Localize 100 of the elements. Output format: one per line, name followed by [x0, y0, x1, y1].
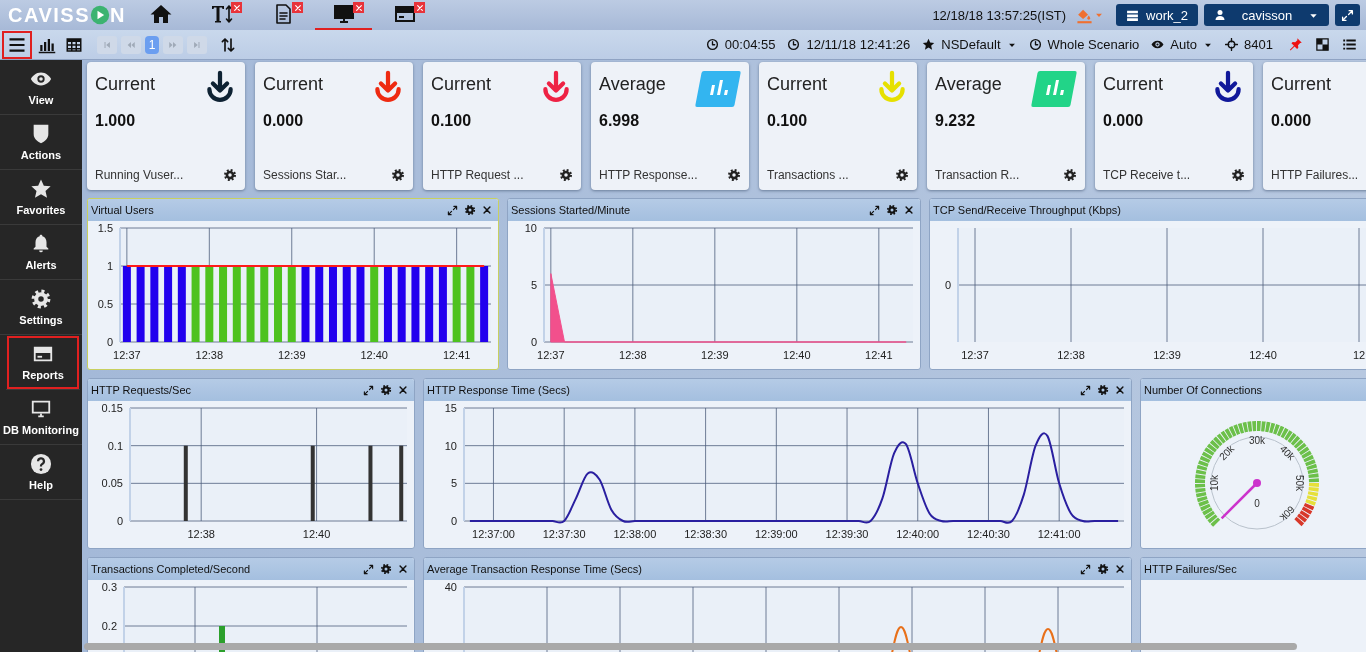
stat-value: 6.998	[599, 112, 640, 130]
toolbar-item[interactable]: 8401	[1225, 37, 1273, 52]
close-button[interactable]	[904, 205, 914, 215]
maximize-button[interactable]	[869, 204, 880, 216]
stat-value: 1.000	[95, 112, 136, 130]
gauge-label: 40k	[1277, 443, 1297, 463]
settings-icon	[727, 168, 741, 182]
maximize-button[interactable]	[363, 563, 374, 575]
settings-button[interactable]	[1097, 563, 1109, 575]
tab-close-button[interactable]	[414, 2, 425, 13]
close-icon	[293, 3, 302, 12]
y-axis-label: 0.3	[101, 581, 117, 593]
settings-button[interactable]	[895, 168, 909, 182]
tab-close-button[interactable]	[231, 2, 242, 13]
settings-button[interactable]	[380, 384, 392, 396]
close-button[interactable]	[1115, 564, 1125, 574]
panel-title: HTTP Failures/Sec	[1144, 563, 1237, 575]
x-axis-label: 12:39	[1153, 349, 1181, 361]
settings-button[interactable]	[1097, 384, 1109, 396]
y-axis-label: 10	[524, 222, 537, 234]
expand-icon	[363, 384, 374, 396]
x-axis-label: 12:38:00	[613, 528, 657, 540]
settings-button[interactable]	[559, 168, 573, 182]
toolbar-item[interactable]: Auto	[1151, 37, 1214, 52]
logo-text: N	[110, 3, 126, 27]
maximize-button[interactable]	[1080, 384, 1091, 396]
panel-title: HTTP Response Time (Secs)	[427, 384, 570, 396]
x-axis-label: 12:41	[865, 349, 893, 361]
x-axis-label: 12:39:00	[754, 528, 798, 540]
toolbar-item[interactable]: 12/11/18 12:41:26	[787, 37, 911, 52]
x-axis-label: 12:37:30	[542, 528, 586, 540]
x-axis-label: 12:40:30	[967, 528, 1010, 540]
x-axis-label: 12:41	[442, 349, 471, 361]
x-axis-label: 12:38	[195, 349, 224, 361]
previous-page-icon	[126, 39, 136, 50]
settings-button[interactable]	[464, 204, 476, 216]
clock-icon	[787, 38, 801, 51]
toolbar-item[interactable]: 00:04:55	[705, 37, 776, 52]
x-axis-label: 12:37	[961, 349, 989, 361]
y-axis-label: 0	[106, 336, 113, 348]
help-icon	[30, 453, 52, 475]
workspace-button[interactable]: work_2	[1116, 4, 1198, 26]
settings-button[interactable]	[886, 204, 898, 216]
close-button[interactable]	[398, 385, 408, 395]
settings-icon	[380, 384, 392, 396]
x-axis-label: 12	[1352, 349, 1366, 361]
settings-icon	[886, 204, 898, 216]
gauge-reading: 0	[1254, 498, 1260, 509]
panel-title: TCP Send/Receive Throughput (Kbps)	[933, 204, 1121, 216]
y-axis-label: 0.05	[101, 477, 123, 490]
toolbar-item[interactable]: Whole Scenario	[1028, 37, 1140, 52]
y-axis-label: 1.5	[97, 222, 113, 234]
settings-button[interactable]	[223, 168, 237, 182]
tab-close-button[interactable]	[292, 2, 303, 13]
maximize-button[interactable]	[1080, 563, 1091, 575]
stat-label: Average	[935, 74, 1002, 95]
close-icon	[398, 385, 408, 395]
fullscreen-button[interactable]	[1335, 4, 1360, 26]
x-axis-label: 12:38	[187, 528, 215, 540]
logo-icon	[90, 5, 110, 25]
close-button[interactable]	[482, 205, 492, 215]
tab-close-button[interactable]	[353, 2, 364, 13]
close-icon	[354, 3, 363, 12]
close-button[interactable]	[1115, 385, 1125, 395]
settings-button[interactable]	[1231, 168, 1245, 182]
metric-name: Transactions ...	[767, 168, 849, 182]
star-icon	[922, 38, 936, 51]
toolbar-item[interactable]: NSDefault	[922, 37, 1017, 52]
y-axis-label: 5	[450, 477, 457, 490]
metric-name: HTTP Failures...	[1271, 168, 1359, 182]
stat-label: Average	[599, 74, 666, 95]
sidebar-item[interactable]: Reports	[6, 335, 80, 390]
settings-button[interactable]	[727, 168, 741, 182]
stat-value: 9.232	[935, 112, 976, 130]
x-axis-label: 12:40:00	[896, 528, 940, 540]
settings-button[interactable]	[391, 168, 405, 182]
settings-icon	[1097, 384, 1109, 396]
horizontal-scrollbar[interactable]	[84, 643, 1297, 650]
gauge-label: 60k	[1277, 503, 1297, 523]
close-icon	[415, 3, 424, 12]
settings-icon	[1231, 168, 1245, 182]
close-button[interactable]	[398, 564, 408, 574]
panel-title: Average Transaction Response Time (Secs)	[427, 563, 642, 575]
y-axis-label: 0	[530, 336, 537, 348]
maximize-button[interactable]	[363, 384, 374, 396]
settings-button[interactable]	[1063, 168, 1077, 182]
x-axis-label: 12:38	[1057, 349, 1085, 361]
x-axis-label: 12:41:00	[1037, 528, 1081, 540]
settings-icon	[1097, 563, 1109, 575]
menu-button[interactable]	[2, 30, 32, 59]
stat-label: Current	[1103, 74, 1164, 95]
maximize-button[interactable]	[447, 204, 458, 216]
first-page-icon	[102, 39, 112, 50]
expand-icon	[447, 204, 458, 216]
user-button[interactable]: cavisson	[1204, 4, 1329, 26]
close-icon	[398, 564, 408, 574]
settings-icon	[895, 168, 909, 182]
settings-button[interactable]	[380, 563, 392, 575]
stat-label: Current	[95, 74, 156, 95]
metric-name: Transaction R...	[935, 168, 1020, 182]
